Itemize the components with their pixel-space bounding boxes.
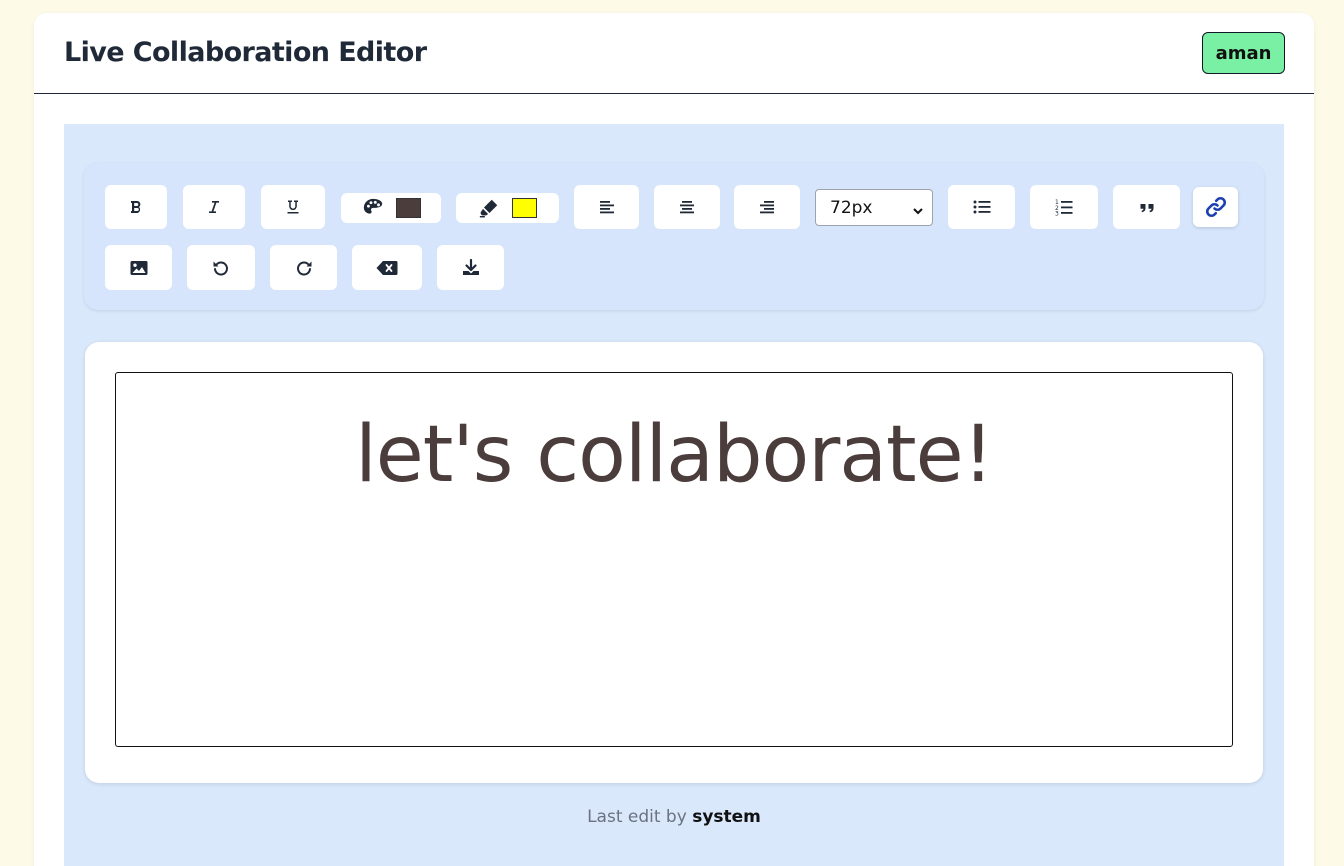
list-ul-icon — [973, 199, 991, 215]
blockquote-button[interactable] — [1113, 185, 1180, 229]
ordered-list-button[interactable]: 123 — [1030, 185, 1098, 229]
last-edit-note: Last edit by system — [64, 807, 1284, 827]
underline-button[interactable] — [261, 185, 325, 229]
app-card: Live Collaboration Editor aman 72px 1 2 … — [34, 13, 1314, 866]
redo-icon — [295, 259, 313, 277]
undo-icon — [212, 259, 230, 277]
link-icon — [1204, 195, 1228, 219]
font-size-value: 72px — [830, 197, 873, 218]
highlight-button[interactable] — [456, 193, 559, 223]
chevron-down-icon — [912, 202, 924, 222]
insert-image-button[interactable] — [105, 245, 172, 290]
font-size-select[interactable]: 72px — [815, 189, 933, 226]
last-edit-prefix: Last edit by — [587, 807, 693, 827]
palette-icon — [362, 197, 384, 219]
undo-button[interactable] — [187, 245, 255, 290]
link-button[interactable] — [1193, 187, 1238, 227]
editor-area[interactable]: let's collaborate! — [115, 372, 1233, 747]
align-left-button[interactable] — [574, 185, 639, 229]
toolbar: 72px 123 — [84, 163, 1264, 310]
text-color-button[interactable] — [341, 193, 441, 223]
last-edit-user: system — [692, 807, 761, 827]
highlight-color-swatch[interactable] — [512, 198, 537, 218]
delete-left-icon — [376, 260, 398, 276]
highlighter-icon — [478, 197, 500, 219]
quote-icon — [1139, 199, 1155, 215]
redo-button[interactable] — [270, 245, 337, 290]
workspace: 72px 123 let's collaborate! Last edit by… — [64, 124, 1284, 866]
italic-icon — [206, 199, 222, 215]
align-right-button[interactable] — [734, 185, 800, 229]
align-center-icon — [679, 199, 695, 215]
align-center-button[interactable] — [654, 185, 720, 229]
underline-icon — [285, 199, 301, 215]
editor-card: let's collaborate! — [85, 342, 1263, 783]
align-left-icon — [599, 199, 615, 215]
page-title: Live Collaboration Editor — [64, 37, 427, 68]
editor-content[interactable]: let's collaborate! — [116, 409, 1232, 503]
clear-button[interactable] — [352, 245, 422, 290]
download-icon — [462, 258, 480, 277]
svg-text:3: 3 — [1055, 211, 1059, 217]
list-ol-icon: 123 — [1055, 198, 1073, 216]
download-button[interactable] — [437, 245, 504, 290]
bold-button[interactable] — [105, 185, 167, 229]
app-header: Live Collaboration Editor aman — [34, 13, 1314, 94]
image-icon — [130, 260, 148, 276]
user-badge[interactable]: aman — [1202, 32, 1285, 74]
text-color-swatch[interactable] — [395, 198, 421, 218]
italic-button[interactable] — [183, 185, 245, 229]
bullet-list-button[interactable] — [948, 185, 1015, 229]
align-right-icon — [759, 199, 775, 215]
bold-icon — [128, 199, 144, 215]
